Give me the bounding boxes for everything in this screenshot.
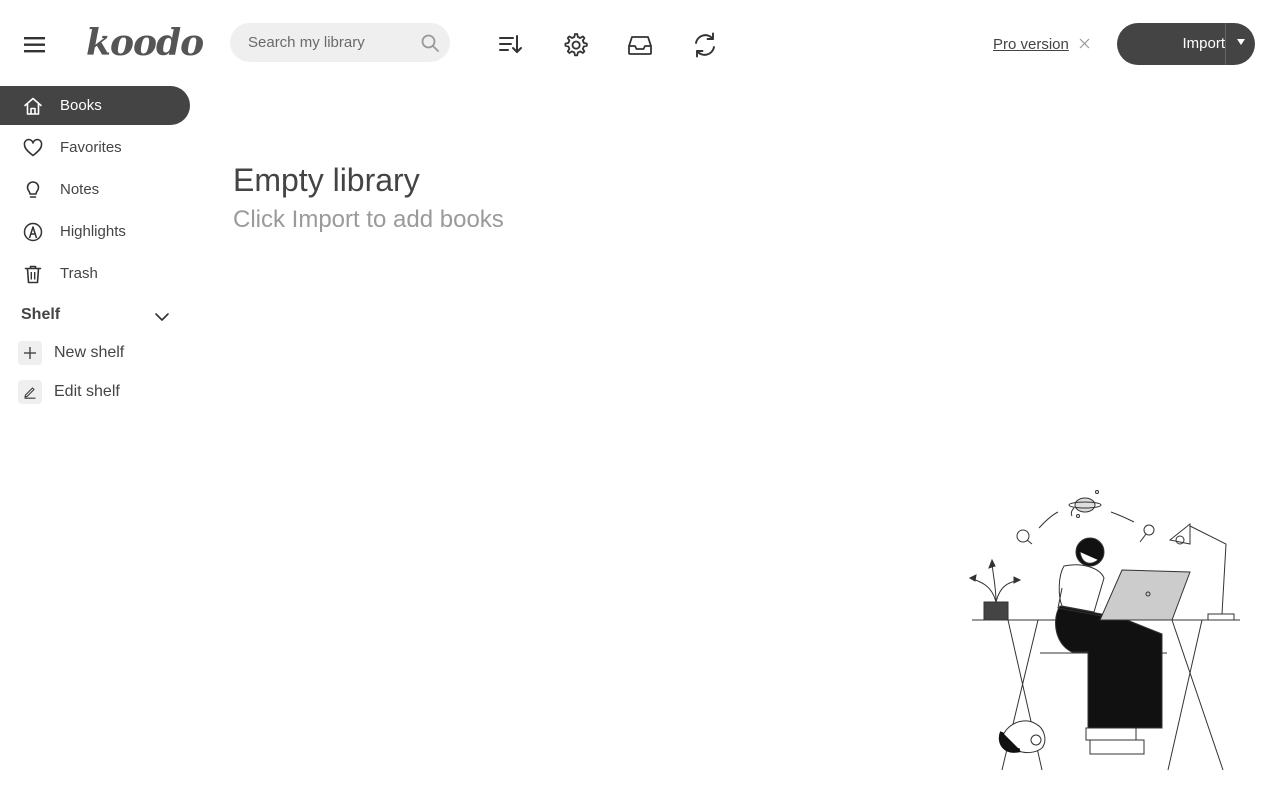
plus-icon-box (18, 341, 42, 365)
sort-button[interactable] (496, 30, 526, 60)
sidebar-item-books[interactable]: Books (0, 86, 190, 125)
plus-icon (24, 347, 36, 359)
inbox-icon (628, 36, 652, 55)
settings-gear-icon (564, 33, 588, 57)
edit-icon-box (18, 380, 42, 404)
import-split-button: Import (1117, 23, 1255, 65)
new-shelf-button[interactable]: New shelf (18, 340, 124, 366)
sync-button[interactable] (690, 30, 720, 60)
sidebar-item-label: Favorites (60, 139, 122, 156)
logo-text: koodo (86, 22, 204, 64)
highlighter-icon (23, 222, 43, 241)
settings-button[interactable] (560, 30, 590, 60)
caret-down-icon (1237, 39, 1245, 45)
close-icon[interactable] (1079, 38, 1090, 49)
sidebar-item-highlights[interactable]: Highlights (0, 212, 190, 251)
chevron-down-icon[interactable] (154, 310, 170, 324)
import-label: Import (1182, 35, 1225, 52)
search-icon[interactable] (420, 33, 440, 53)
sidebar-item-label: Books (60, 97, 102, 114)
empty-library-subtitle: Click Import to add books (233, 206, 504, 233)
trash-icon (24, 265, 42, 283)
edit-shelf-label: Edit shelf (54, 383, 120, 400)
lightbulb-icon (26, 180, 40, 198)
empty-library-title: Empty library (233, 162, 420, 198)
empty-state-illustration (968, 490, 1240, 771)
pencil-edit-icon (24, 387, 36, 399)
heart-icon (23, 138, 43, 156)
edit-shelf-button[interactable]: Edit shelf (18, 379, 120, 405)
sidebar-item-favorites[interactable]: Favorites (0, 128, 190, 167)
import-dropdown-toggle[interactable] (1225, 23, 1255, 65)
hamburger-menu-button[interactable] (22, 32, 48, 58)
import-button[interactable]: Import (1117, 23, 1225, 65)
shelf-section-title: Shelf (21, 306, 61, 323)
sidebar-item-notes[interactable]: Notes (0, 170, 190, 209)
new-shelf-label: New shelf (54, 344, 125, 361)
home-icon (24, 97, 42, 115)
search-input[interactable] (248, 23, 418, 62)
sidebar-item-label: Highlights (60, 223, 126, 240)
sync-refresh-icon (695, 32, 715, 58)
hamburger-icon (24, 37, 45, 53)
search-bar[interactable] (230, 23, 450, 62)
sort-icon (499, 35, 522, 53)
sidebar-item-label: Trash (60, 265, 98, 282)
sidebar-item-trash[interactable]: Trash (0, 254, 190, 293)
inbox-button[interactable] (625, 30, 655, 60)
pro-version-link[interactable]: Pro version (993, 36, 1069, 53)
sidebar-item-label: Notes (60, 181, 100, 198)
app-logo: koodo (86, 20, 204, 66)
